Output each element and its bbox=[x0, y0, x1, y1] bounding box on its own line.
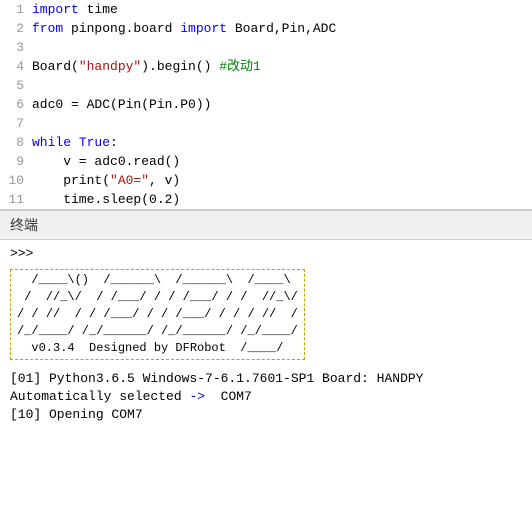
line-number: 1 bbox=[4, 0, 32, 19]
arrow-icon: -> bbox=[189, 389, 205, 404]
code-content: while True: bbox=[32, 133, 118, 152]
line-number: 6 bbox=[4, 95, 32, 114]
terminal-output: [01] Python3.6.5 Windows-7-6.1.7601-SP1 … bbox=[10, 370, 522, 424]
code-content: from pinpong.board import Board,Pin,ADC bbox=[32, 19, 336, 38]
code-line: 11 time.sleep(0.2) bbox=[0, 190, 532, 209]
code-content: Board("handpy").begin() #改动1 bbox=[32, 57, 261, 76]
code-line: 5 bbox=[0, 76, 532, 95]
line-number: 4 bbox=[4, 57, 32, 76]
terminal-output-line: [10] Opening COM7 bbox=[10, 406, 522, 424]
code-line: 8while True: bbox=[0, 133, 532, 152]
code-line: 6adc0 = ADC(Pin(Pin.P0)) bbox=[0, 95, 532, 114]
code-line: 9 v = adc0.read() bbox=[0, 152, 532, 171]
code-editor: 1import time2from pinpong.board import B… bbox=[0, 0, 532, 211]
terminal-area[interactable]: >>> /____\() /______\ /______\ /____\ / … bbox=[0, 240, 532, 430]
code-content: time.sleep(0.2) bbox=[32, 190, 180, 209]
code-line: 1import time bbox=[0, 0, 532, 19]
line-number: 3 bbox=[4, 38, 32, 57]
line-number: 2 bbox=[4, 19, 32, 38]
terminal-output-line: Automatically selected -> COM7 bbox=[10, 388, 522, 406]
code-content: adc0 = ADC(Pin(Pin.P0)) bbox=[32, 95, 211, 114]
line-number: 8 bbox=[4, 133, 32, 152]
code-line: 4Board("handpy").begin() #改动1 bbox=[0, 57, 532, 76]
terminal-section: 终端 >>> /____\() /______\ /______\ /____\… bbox=[0, 211, 532, 430]
code-line: 2from pinpong.board import Board,Pin,ADC bbox=[0, 19, 532, 38]
code-content: print("A0=", v) bbox=[32, 171, 180, 190]
ascii-art-line: v0.3.4 Designed by DFRobot /____/ bbox=[17, 340, 298, 357]
terminal-label: 终端 bbox=[0, 211, 532, 240]
line-number: 11 bbox=[4, 190, 32, 209]
ascii-art-box: /____\() /______\ /______\ /____\ / //_\… bbox=[10, 265, 522, 364]
line-number: 9 bbox=[4, 152, 32, 171]
code-content: import time bbox=[32, 0, 118, 19]
line-number: 10 bbox=[4, 171, 32, 190]
code-line: 10 print("A0=", v) bbox=[0, 171, 532, 190]
line-number: 7 bbox=[4, 114, 32, 133]
ascii-art-line: /____\() /______\ /______\ /____\ bbox=[17, 272, 298, 289]
terminal-output-line: [01] Python3.6.5 Windows-7-6.1.7601-SP1 … bbox=[10, 370, 522, 388]
code-line: 7 bbox=[0, 114, 532, 133]
ascii-art-line: /_/____/ /_/______/ /_/______/ /_/____/ bbox=[17, 323, 298, 340]
ascii-art-line: / / // / / /___/ / / /___/ / / / // / bbox=[17, 306, 298, 323]
code-content: v = adc0.read() bbox=[32, 152, 180, 171]
code-line: 3 bbox=[0, 38, 532, 57]
ascii-art-line: / //_\/ / /___/ / / /___/ / / //_\/ bbox=[17, 289, 298, 306]
line-number: 5 bbox=[4, 76, 32, 95]
prompt: >>> bbox=[10, 246, 522, 261]
